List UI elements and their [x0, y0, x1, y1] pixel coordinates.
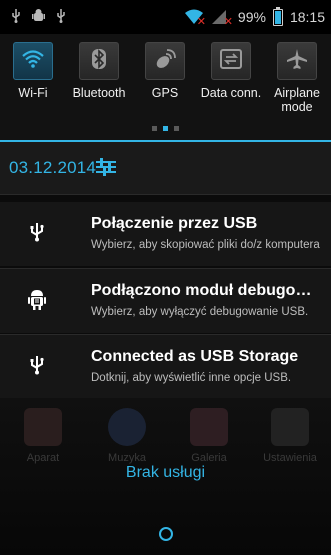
music-icon [108, 408, 146, 446]
airplane-icon [286, 48, 308, 75]
quick-toggle-row: Wi-Fi Bluetooth GPS Data conn. Airplane … [0, 42, 331, 114]
battery-icon [272, 6, 283, 26]
data-connection-icon [220, 48, 242, 74]
date-text: 03.12.2014 [9, 158, 97, 177]
bluetooth-icon [91, 48, 107, 75]
android-debug-icon [32, 9, 45, 25]
home-app-label: Galeria [191, 452, 227, 464]
page-dot-active [163, 126, 168, 131]
notification-subtitle: Dotknij, aby wyświetlić inne opcje USB. [91, 372, 292, 384]
usb-icon [29, 222, 45, 247]
toggle-gps-button[interactable] [145, 42, 185, 80]
toggle-airplane-mode-button[interactable] [277, 42, 317, 80]
toggle-bluetooth-label: Bluetooth [72, 86, 126, 100]
home-app-label: Muzyka [108, 452, 146, 464]
settings-icon [271, 408, 309, 446]
gps-icon [153, 47, 177, 76]
notification-icon [0, 335, 74, 399]
wifi-icon [21, 49, 45, 74]
toggle-wifi-button[interactable] [13, 42, 53, 80]
quick-settings-panel: Wi-Fi Bluetooth GPS Data conn. Airplane … [0, 34, 331, 140]
status-notification-icons [0, 9, 67, 25]
home-app-gallery: Galeria [174, 408, 244, 464]
usb-icon [29, 355, 45, 380]
notification-title: Connected as USB Storage [91, 348, 299, 365]
notification-usb-debugging[interactable]: Podłączono moduł debugowania USB Wybierz… [0, 269, 331, 333]
camera-icon [24, 408, 62, 446]
toggle-gps-label: GPS [151, 86, 179, 100]
cell-signal-icon: ✕ [211, 9, 233, 28]
battery-percent: 99% [237, 9, 266, 25]
notification-title: Połączenie przez USB [91, 215, 258, 232]
home-app-settings: Ustawienia [255, 408, 325, 464]
carrier-status: Brak usługi [125, 464, 206, 481]
toggle-data-connection-label: Data conn. [200, 86, 262, 100]
notification-title: Podłączono moduł debugowania USB [91, 282, 323, 299]
no-connection-icon: ✕ [196, 16, 206, 28]
status-system-icons: ✕ ✕ 99% 18:15 [184, 6, 331, 28]
wifi-signal-icon: ✕ [184, 9, 206, 28]
toggle-data-connection[interactable]: Data conn. [198, 42, 264, 114]
notification-subtitle: Wybierz, aby wyłączyć debugowanie USB. [91, 306, 309, 318]
toggle-data-connection-button[interactable] [211, 42, 251, 80]
toggle-page-indicator [0, 126, 331, 131]
date-row: 03.12.2014 [0, 142, 331, 194]
toggle-wifi[interactable]: Wi-Fi [0, 42, 66, 114]
notification-usb-storage[interactable]: Connected as USB Storage Dotknij, aby wy… [0, 335, 331, 399]
home-app-camera: Aparat [8, 408, 78, 464]
toggle-gps[interactable]: GPS [132, 42, 198, 114]
divider [0, 194, 331, 195]
notification-icon [0, 269, 74, 333]
usb-icon [10, 9, 22, 25]
toggle-airplane-mode[interactable]: Airplane mode [264, 42, 330, 114]
home-app-music: Muzyka [92, 408, 162, 464]
notification-usb-connection[interactable]: Połączenie przez USB Wybierz, aby skopio… [0, 202, 331, 266]
home-app-label: Ustawienia [263, 452, 317, 464]
sliders-icon [95, 158, 117, 181]
gallery-icon [190, 408, 228, 446]
toggle-airplane-mode-label: Airplane mode [274, 86, 320, 114]
toggle-bluetooth-button[interactable] [79, 42, 119, 80]
toggle-wifi-label: Wi-Fi [18, 86, 48, 100]
usb-icon [55, 9, 67, 25]
page-dot [152, 126, 157, 131]
page-dot [174, 126, 179, 131]
android-debug-icon [27, 288, 47, 315]
settings-sliders-button[interactable] [95, 157, 117, 177]
clock: 18:15 [289, 9, 325, 25]
panel-close-handle[interactable] [159, 527, 173, 541]
no-signal-icon: ✕ [223, 16, 233, 28]
toggle-bluetooth[interactable]: Bluetooth [66, 42, 132, 114]
notification-icon [0, 202, 74, 266]
home-app-label: Aparat [26, 452, 60, 464]
status-bar: ✕ ✕ 99% 18:15 [0, 0, 331, 34]
notification-subtitle: Wybierz, aby skopiować pliki do/z komput… [91, 239, 320, 251]
